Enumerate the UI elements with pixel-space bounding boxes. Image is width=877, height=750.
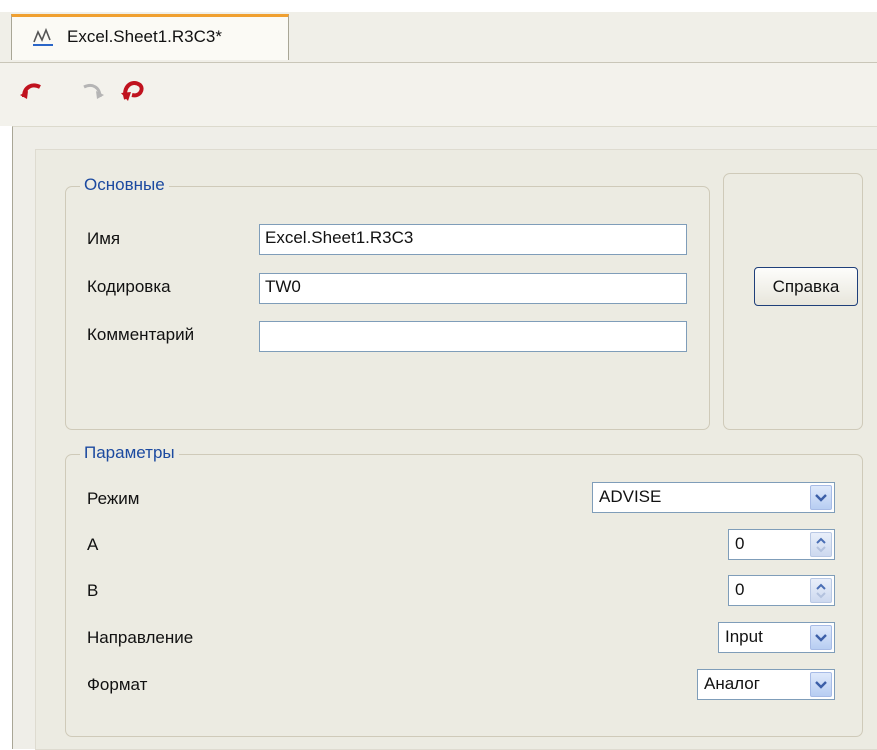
toolbar bbox=[0, 63, 877, 126]
work-area: Основные Имя Excel.Sheet1.R3C3 Кодировка… bbox=[12, 126, 877, 750]
b-value: 0 bbox=[735, 580, 745, 599]
spin-arrows-icon[interactable] bbox=[810, 578, 832, 603]
a-value: 0 bbox=[735, 534, 745, 553]
comment-label: Комментарий bbox=[87, 325, 195, 344]
help-button[interactable]: Справка bbox=[754, 267, 858, 306]
undo-all-icon[interactable] bbox=[118, 75, 148, 105]
properties-panel: Основные Имя Excel.Sheet1.R3C3 Кодировка… bbox=[35, 149, 877, 750]
undo-icon[interactable] bbox=[18, 75, 48, 105]
redo-icon[interactable] bbox=[76, 75, 106, 105]
a-label: A bbox=[87, 535, 99, 554]
direction-label: Направление bbox=[87, 628, 194, 647]
mode-dropdown[interactable]: ADVISE bbox=[592, 482, 835, 513]
chevron-down-icon[interactable] bbox=[810, 625, 832, 650]
top-strip bbox=[0, 0, 877, 12]
tab-title: Excel.Sheet1.R3C3* bbox=[67, 27, 222, 46]
a-spinner[interactable]: 0 bbox=[728, 529, 835, 560]
format-dropdown[interactable]: Аналог bbox=[697, 669, 835, 700]
format-value: Аналог bbox=[704, 674, 760, 693]
tab-bar: Excel.Sheet1.R3C3* bbox=[0, 12, 877, 63]
spin-arrows-icon[interactable] bbox=[810, 532, 832, 557]
main-group-legend: Основные bbox=[80, 175, 169, 195]
encoding-field[interactable]: TW0 bbox=[259, 273, 687, 304]
direction-dropdown[interactable]: Input bbox=[718, 622, 835, 653]
name-label: Имя bbox=[87, 229, 121, 248]
chevron-down-icon[interactable] bbox=[810, 485, 832, 510]
b-label: B bbox=[87, 581, 99, 600]
direction-value: Input bbox=[725, 627, 763, 646]
chevron-down-icon[interactable] bbox=[810, 672, 832, 697]
mode-label: Режим bbox=[87, 489, 140, 508]
format-label: Формат bbox=[87, 675, 148, 694]
params-group-legend: Параметры bbox=[80, 443, 179, 463]
name-field[interactable]: Excel.Sheet1.R3C3 bbox=[259, 224, 687, 255]
chart-line-icon bbox=[33, 27, 53, 46]
comment-field[interactable] bbox=[259, 321, 687, 352]
mode-value: ADVISE bbox=[599, 487, 662, 506]
document-tab[interactable]: Excel.Sheet1.R3C3* bbox=[11, 14, 289, 60]
main-group: Основные Имя Excel.Sheet1.R3C3 Кодировка… bbox=[65, 175, 710, 430]
b-spinner[interactable]: 0 bbox=[728, 575, 835, 606]
encoding-label: Кодировка bbox=[87, 277, 171, 296]
params-group: Параметры Режим ADVISE A 0 B 0 Направлен… bbox=[65, 443, 863, 737]
